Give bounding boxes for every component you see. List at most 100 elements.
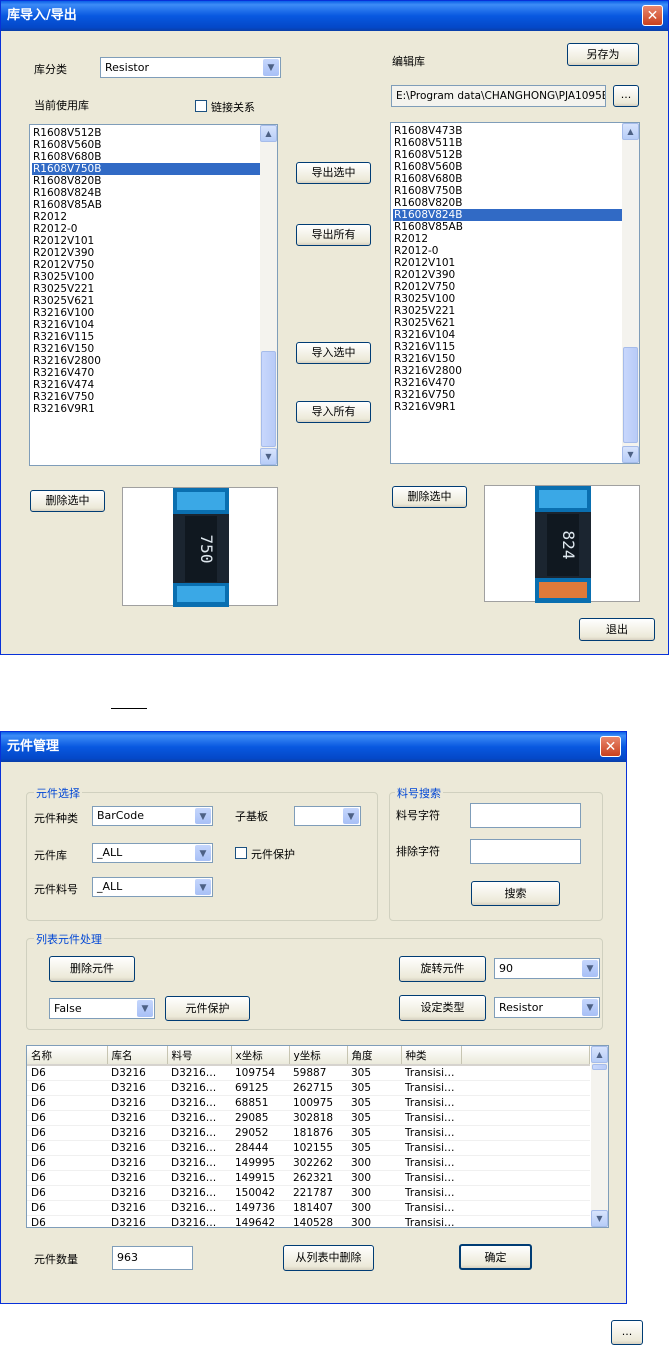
list-item[interactable]: R3216V2800: [393, 365, 622, 377]
list-item[interactable]: R2012V750: [32, 259, 261, 271]
close-icon[interactable]: ✕: [600, 736, 621, 757]
export-all-button[interactable]: 导出所有: [296, 224, 371, 246]
list-item[interactable]: R1608V750B: [393, 185, 622, 197]
exclude-char-input[interactable]: [470, 839, 581, 864]
ok-button[interactable]: 确定: [459, 1244, 532, 1270]
column-header[interactable]: y坐标: [289, 1046, 348, 1066]
arrow-up-icon[interactable]: ▲: [622, 123, 639, 140]
list-item[interactable]: R1608V680B: [32, 151, 261, 163]
table-row[interactable]: D6 D3216 D3216… 150042 221787 300 Transisi…: [27, 1185, 590, 1201]
lib-category-dropdown[interactable]: Resistor ▼: [100, 57, 281, 78]
table-row[interactable]: D6 D3216 D3216… 149915 262321 300 Transisi…: [27, 1170, 590, 1186]
chevron-down-icon[interactable]: ▼: [263, 59, 279, 76]
list-item[interactable]: R3025V100: [393, 293, 622, 305]
list-item[interactable]: R3216V150: [32, 343, 261, 355]
table-row[interactable]: D6 D3216 D3216… 69125 262715 305 Transisi…: [27, 1080, 590, 1096]
list-item[interactable]: R2012V750: [393, 281, 622, 293]
close-icon[interactable]: ✕: [642, 5, 663, 26]
delete-selected-left-button[interactable]: 删除选中: [30, 490, 105, 512]
list-item[interactable]: R3216V100: [32, 307, 261, 319]
column-header[interactable]: 料号: [167, 1046, 232, 1066]
arrow-down-icon[interactable]: ▼: [622, 446, 639, 463]
set-type-button[interactable]: 设定类型: [399, 995, 486, 1021]
set-type-dropdown[interactable]: Resistor ▼: [494, 997, 600, 1018]
list-item[interactable]: R1608V820B: [393, 197, 622, 209]
arrow-down-icon[interactable]: ▼: [591, 1210, 608, 1227]
table-row[interactable]: D6 D3216 D3216… 149642 140528 300 Transisi…: [27, 1215, 590, 1227]
scroll-thumb[interactable]: [623, 347, 638, 443]
component-table[interactable]: 名称 库名 料号 x坐标 y坐标 角度 种类 D6 D3216 D3216… 109754 5988…: [26, 1045, 609, 1228]
chevron-down-icon[interactable]: ▼: [582, 960, 598, 977]
column-header[interactable]: 名称: [27, 1046, 108, 1066]
save-as-button[interactable]: 另存为: [567, 43, 639, 66]
count-field[interactable]: 963: [112, 1246, 193, 1270]
column-header[interactable]: 库名: [107, 1046, 168, 1066]
rotate-angle-dropdown[interactable]: 90 ▼: [494, 958, 600, 979]
list-item[interactable]: R1608V560B: [393, 161, 622, 173]
list-item[interactable]: R2012V390: [32, 247, 261, 259]
chevron-down-icon[interactable]: ▼: [195, 808, 211, 824]
import-all-button[interactable]: 导入所有: [296, 401, 371, 423]
exit-button[interactable]: 退出: [579, 618, 655, 641]
list-item[interactable]: R3216V104: [393, 329, 622, 341]
list-item[interactable]: R3216V150: [393, 353, 622, 365]
part-char-input[interactable]: [470, 803, 581, 828]
list-item[interactable]: R3216V750: [393, 389, 622, 401]
list-item[interactable]: R3025V621: [32, 295, 261, 307]
list-item[interactable]: R2012V390: [393, 269, 622, 281]
remove-from-list-button[interactable]: 从列表中删除: [283, 1245, 374, 1271]
table-row[interactable]: D6 D3216 D3216… 149995 302262 300 Transisi…: [27, 1155, 590, 1171]
list-item[interactable]: R3216V750: [32, 391, 261, 403]
scroll-thumb[interactable]: [261, 351, 276, 447]
list-item[interactable]: R3216V104: [32, 319, 261, 331]
arrow-down-icon[interactable]: ▼: [260, 448, 277, 465]
list-item[interactable]: R3025V221: [32, 283, 261, 295]
delete-component-button[interactable]: 删除元件: [49, 956, 135, 982]
list-item[interactable]: R1608V473B: [393, 125, 622, 137]
list-item[interactable]: R3216V9R1: [393, 401, 622, 413]
list-item[interactable]: R3216V9R1: [32, 403, 261, 415]
list-item[interactable]: R3216V2800: [32, 355, 261, 367]
chevron-down-icon[interactable]: ▼: [343, 808, 359, 824]
comp-part-dropdown[interactable]: _ALL ▼: [92, 877, 213, 897]
table-row[interactable]: D6 D3216 D3216… 29052 181876 305 Transisi…: [27, 1125, 590, 1141]
list-item[interactable]: R2012V101: [393, 257, 622, 269]
table-row[interactable]: D6 D3216 D3216… 68851 100975 305 Transisi…: [27, 1095, 590, 1111]
list-item[interactable]: R3216V115: [32, 331, 261, 343]
list-item[interactable]: R3216V115: [393, 341, 622, 353]
list-item[interactable]: R1608V85AB: [393, 221, 622, 233]
vertical-scrollbar[interactable]: ▲ ▼: [260, 125, 277, 465]
list-item[interactable]: R1608V511B: [393, 137, 622, 149]
list-item[interactable]: R1608V512B: [32, 127, 261, 139]
current-library-list[interactable]: R1608V512B R1608V560B R1608V680B R1608V750B…: [29, 124, 278, 466]
chevron-down-icon[interactable]: ▼: [137, 1000, 153, 1017]
arrow-up-icon[interactable]: ▲: [260, 125, 277, 142]
protect-value-dropdown[interactable]: False ▼: [49, 998, 155, 1019]
table-row[interactable]: D6 D3216 D3216… 29085 302818 305 Transisi…: [27, 1110, 590, 1126]
chevron-down-icon[interactable]: ▼: [582, 999, 598, 1016]
table-row[interactable]: D6 D3216 D3216… 149736 181407 300 Transisi…: [27, 1200, 590, 1216]
title-bar[interactable]: 库导入/导出: [1, 1, 668, 31]
library-path-field[interactable]: E:\Program data\CHANGHONG\PJA1095E: [391, 85, 606, 107]
column-header[interactable]: x坐标: [231, 1046, 290, 1066]
list-item[interactable]: R1608V512B: [393, 149, 622, 161]
title-bar[interactable]: 元件管理: [1, 732, 626, 762]
list-item[interactable]: R1608V85AB: [32, 199, 261, 211]
list-item[interactable]: R1608V824B: [393, 209, 622, 221]
browse-button[interactable]: ...: [613, 85, 639, 107]
table-row[interactable]: D6 D3216 D3216… 28444 102155 305 Transisi…: [27, 1140, 590, 1156]
import-selected-button[interactable]: 导入选中: [296, 342, 371, 364]
link-relation-checkbox[interactable]: [195, 100, 207, 112]
comp-protect-checkbox[interactable]: [235, 847, 247, 859]
list-item[interactable]: R3216V470: [393, 377, 622, 389]
rotate-component-button[interactable]: 旋转元件: [399, 956, 486, 982]
list-item[interactable]: R1608V824B: [32, 187, 261, 199]
list-item[interactable]: R3025V221: [393, 305, 622, 317]
delete-selected-right-button[interactable]: 删除选中: [392, 486, 467, 508]
export-selected-button[interactable]: 导出选中: [296, 162, 371, 184]
list-item[interactable]: R3025V621: [393, 317, 622, 329]
vertical-scrollbar[interactable]: ▲ ▼: [622, 123, 639, 463]
list-item[interactable]: R2012-0: [393, 245, 622, 257]
list-item[interactable]: R2012-0: [32, 223, 261, 235]
comp-lib-dropdown[interactable]: _ALL ▼: [92, 843, 213, 863]
